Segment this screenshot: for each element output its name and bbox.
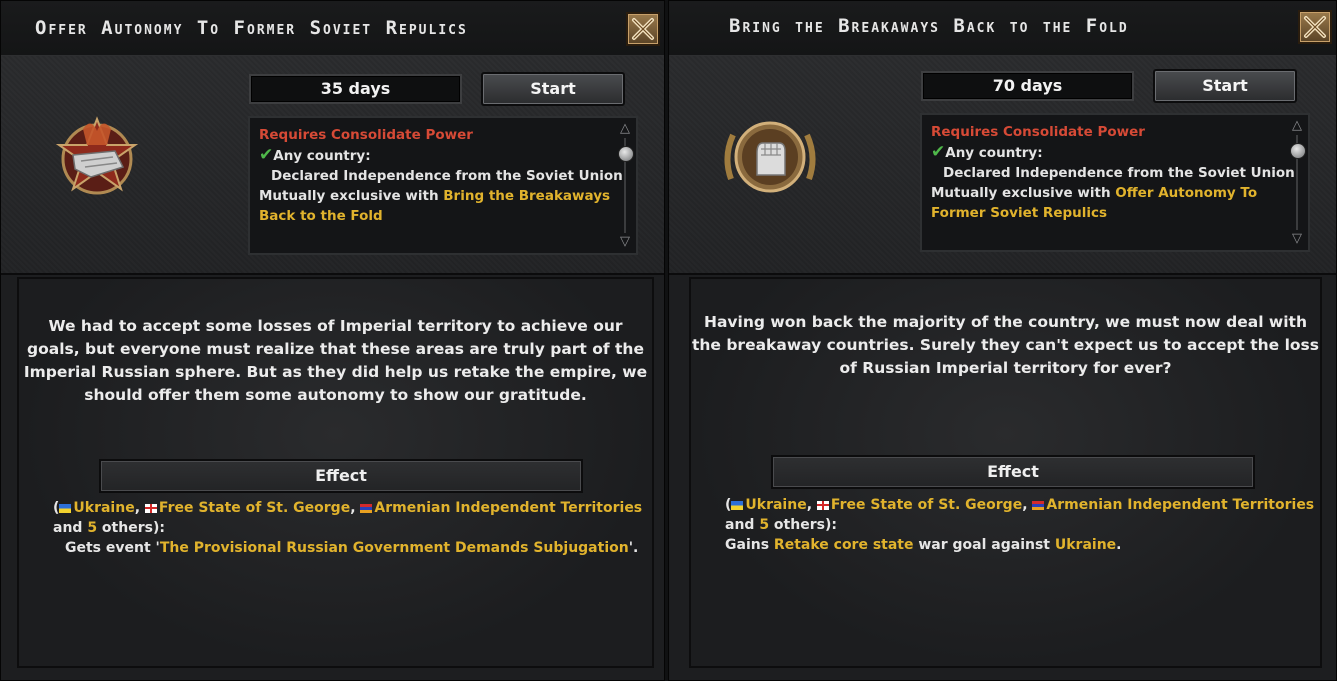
georgia-flag-icon — [144, 503, 157, 513]
focus-title: Offer Autonomy To Former Soviet Repulics — [35, 17, 468, 39]
close-icon — [632, 18, 654, 40]
any-country-line: ✔Any country: — [259, 145, 371, 165]
focus-panel-left: Offer Autonomy To Former Soviet Repulics… — [0, 0, 665, 681]
requirement-text: Requires Consolidate Power — [931, 124, 1145, 140]
mutex-line: Mutually exclusive with Offer Autonomy T… — [931, 185, 1258, 201]
condition-line: Declared Independence from the Soviet Un… — [943, 165, 1295, 181]
mutex-link[interactable]: Offer Autonomy To — [1115, 185, 1257, 201]
title-bar: Offer Autonomy To Former Soviet Repulics — [1, 1, 664, 56]
scroll-thumb[interactable] — [1290, 143, 1306, 159]
focus-panel-right: Bring the Breakaways Back to the Fold 70… — [668, 0, 1337, 681]
mutex-link-cont[interactable]: Back to the Fold — [259, 206, 636, 226]
start-button[interactable]: Start — [1153, 69, 1297, 103]
scrollbar[interactable]: △ ▽ — [1289, 119, 1306, 246]
scroll-down-arrow-icon[interactable]: ▽ — [617, 235, 633, 249]
requirement-text: Requires Consolidate Power — [259, 127, 473, 143]
scroll-up-arrow-icon[interactable]: △ — [617, 122, 633, 136]
condition-line: Declared Independence from the Soviet Un… — [271, 168, 623, 184]
effect-header: Effect — [99, 459, 583, 493]
effect-text: (Ukraine, Free State of St. George, Arme… — [53, 500, 643, 556]
description-area: We had to accept some losses of Imperial… — [17, 277, 654, 668]
scroll-down-arrow-icon[interactable]: ▽ — [1289, 232, 1305, 246]
effect-header: Effect — [771, 455, 1255, 489]
mutex-line: Mutually exclusive with Bring the Breaka… — [259, 188, 611, 204]
requirements-box: Requires Consolidate Power ✔Any country:… — [248, 116, 638, 255]
title-bar: Bring the Breakaways Back to the Fold — [669, 1, 1336, 56]
mutex-link-cont[interactable]: Former Soviet Repulics — [931, 203, 1308, 223]
scrollbar[interactable]: △ ▽ — [617, 122, 634, 249]
scroll-thumb[interactable] — [618, 146, 634, 162]
duration-box: 70 days — [921, 71, 1134, 101]
close-button[interactable] — [626, 12, 660, 46]
checkmark-icon: ✔ — [931, 142, 946, 162]
any-country-line: ✔Any country: — [931, 142, 1043, 162]
close-button[interactable] — [1298, 10, 1332, 44]
description-area: Having won back the majority of the coun… — [689, 277, 1322, 668]
duration-box: 35 days — [249, 74, 462, 104]
mutex-link[interactable]: Bring the Breakaways — [443, 188, 610, 204]
focus-title: Bring the Breakaways Back to the Fold — [729, 15, 1129, 37]
armenia-flag-icon — [1032, 500, 1045, 510]
requirements-box: Requires Consolidate Power ✔Any country:… — [920, 113, 1310, 252]
georgia-flag-icon — [816, 500, 829, 510]
ukraine-flag-icon — [59, 503, 72, 513]
close-icon — [1304, 16, 1326, 38]
raised-fist-icon — [717, 109, 823, 209]
focus-description: We had to accept some losses of Imperial… — [23, 317, 648, 404]
focus-header: Bring the Breakaways Back to the Fold 70… — [669, 1, 1336, 275]
scroll-up-arrow-icon[interactable]: △ — [1289, 119, 1305, 133]
focus-header: Offer Autonomy To Former Soviet Repulics… — [1, 1, 664, 275]
armenia-flag-icon — [360, 503, 373, 513]
checkmark-icon: ✔ — [259, 145, 274, 165]
effect-text: (Ukraine, Free State of St. George, Arme… — [725, 497, 1315, 553]
ukraine-flag-icon — [731, 500, 744, 510]
start-button[interactable]: Start — [481, 72, 625, 106]
red-star-hand-icon — [51, 111, 143, 207]
focus-description: Having won back the majority of the coun… — [691, 313, 1320, 377]
